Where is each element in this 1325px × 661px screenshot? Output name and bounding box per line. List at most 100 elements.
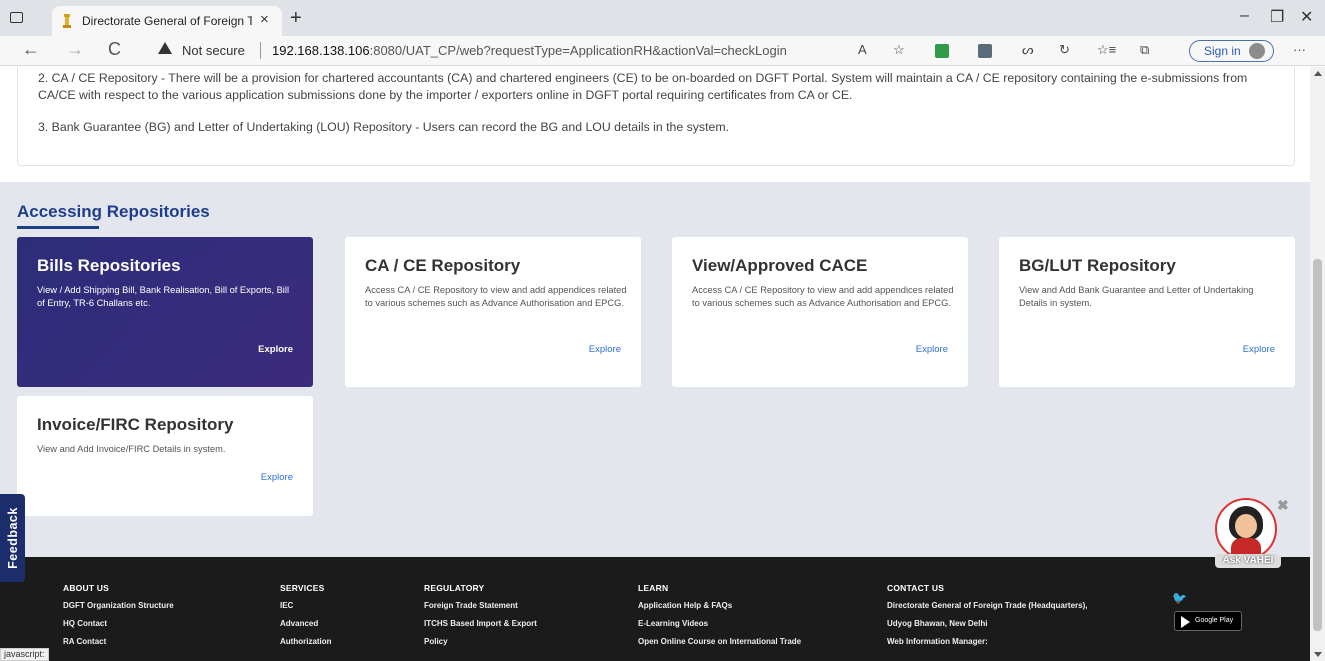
toolbar-icon[interactable]: ᔕ — [1022, 42, 1034, 58]
address-bar: ← → C Not secure 192.168.138.106:8080/UA… — [0, 36, 1325, 66]
footer-link[interactable]: Open Online Course on International Trad… — [638, 637, 801, 646]
footer-text: Directorate General of Foreign Trade (He… — [887, 601, 1088, 610]
scroll-thumb[interactable] — [1313, 259, 1322, 631]
chatbot-avatar-icon — [1215, 498, 1277, 560]
card-desc: View and Add Invoice/FIRC Details in sys… — [37, 444, 226, 454]
card-desc: Access CA / CE Repository to view and ad… — [365, 285, 627, 308]
favorite-icon[interactable]: ☆ — [893, 42, 905, 58]
card-desc: Access CA / CE Repository to view and ad… — [692, 285, 954, 308]
extension-icon[interactable] — [935, 44, 949, 58]
section-heading: Accessing Repositories — [17, 202, 210, 221]
footer: ABOUT US DGFT Organization Structure HQ … — [0, 557, 1310, 661]
explore-link[interactable]: Explore — [1243, 344, 1275, 355]
explore-link[interactable]: Explore — [916, 344, 948, 355]
footer-link[interactable]: Foreign Trade Statement — [424, 601, 537, 610]
footer-col-services: SERVICES IEC Advanced Authorization — [280, 583, 332, 655]
card-desc: View and Add Bank Guarantee and Letter o… — [1019, 285, 1254, 308]
footer-col-contact: CONTACT US Directorate General of Foreig… — [887, 583, 1088, 655]
footer-link[interactable]: HQ Contact — [63, 619, 174, 628]
footer-heading: CONTACT US — [887, 583, 945, 593]
collections-icon[interactable]: ⧉ — [1140, 42, 1149, 58]
view-approved-cace-card[interactable]: View/Approved CACE Access CA / CE Reposi… — [672, 237, 968, 387]
minimize-button[interactable]: – — [1240, 7, 1249, 25]
footer-text: Udyog Bhawan, New Delhi — [887, 619, 988, 628]
footer-link[interactable]: Authorization — [280, 637, 332, 646]
footer-col-regulatory: REGULATORY Foreign Trade Statement ITCHS… — [424, 583, 537, 655]
extension-icon[interactable] — [978, 44, 992, 58]
footer-link[interactable]: RA Contact — [63, 637, 174, 646]
card-title: Invoice/FIRC Repository — [37, 415, 234, 434]
footer-link[interactable]: Policy — [424, 637, 537, 646]
chatbot-close-icon[interactable]: ✖ — [1277, 497, 1289, 514]
invoice-firc-repository-card[interactable]: Invoice/FIRC Repository View and Add Inv… — [17, 396, 313, 516]
back-button[interactable]: ← — [22, 39, 40, 60]
not-secure-label[interactable]: Not secure — [182, 43, 245, 58]
footer-link[interactable]: Advanced — [280, 619, 332, 628]
card-title: CA / CE Repository — [365, 256, 521, 275]
page-content: 2. CA / CE Repository - There will be a … — [0, 67, 1310, 661]
url-path: :8080/UAT_CP/web?requestType=Application… — [369, 43, 787, 58]
tab-actions-icon[interactable] — [10, 12, 23, 23]
scroll-down-arrow-icon[interactable] — [1314, 652, 1322, 657]
chatbot-launcher[interactable]: Ask VAHEI — [1213, 498, 1281, 568]
chatbot-label: Ask VAHEI — [1215, 554, 1281, 568]
profile-avatar-icon — [1249, 43, 1265, 59]
read-aloud-icon[interactable]: A — [858, 42, 867, 57]
explore-link[interactable]: Explore — [258, 344, 293, 355]
info-item-bg-lou: 3. Bank Guarantee (BG) and Letter of Und… — [38, 120, 729, 134]
page-scrollbar[interactable] — [1310, 67, 1325, 661]
repositories-section: Accessing Repositories Bills Repositorie… — [0, 182, 1310, 557]
browser-tab[interactable]: Directorate General of Foreign Tr × — [52, 6, 282, 36]
google-play-label: Google Play — [1195, 617, 1234, 624]
avatar-face — [1235, 514, 1257, 538]
forward-button[interactable]: → — [66, 39, 84, 60]
footer-heading: SERVICES — [280, 583, 325, 593]
footer-link[interactable]: ITCHS Based Import & Export — [424, 619, 537, 628]
footer-heading: LEARN — [638, 583, 669, 593]
warning-icon[interactable] — [158, 42, 172, 54]
scroll-up-arrow-icon[interactable] — [1314, 71, 1322, 76]
sign-in-button[interactable]: Sign in — [1189, 40, 1274, 62]
footer-link[interactable]: DGFT Organization Structure — [63, 601, 174, 610]
new-tab-button[interactable]: + — [290, 7, 302, 30]
card-title: Bills Repositories — [37, 256, 181, 275]
footer-link[interactable]: E-Learning Videos — [638, 619, 801, 628]
reload-button[interactable]: C — [108, 39, 121, 60]
divider — [260, 42, 261, 59]
footer-link[interactable]: IEC — [280, 601, 332, 610]
card-title: View/Approved CACE — [692, 256, 868, 275]
url-host: 192.168.138.106 — [272, 43, 370, 58]
google-play-badge[interactable]: Google Play — [1174, 611, 1242, 631]
footer-col-learn: LEARN Application Help & FAQs E-Learning… — [638, 583, 801, 655]
feedback-tab[interactable]: Feedback — [0, 494, 25, 582]
card-title: BG/LUT Repository — [1019, 256, 1176, 275]
bills-repositories-card[interactable]: Bills Repositories View / Add Shipping B… — [17, 237, 313, 387]
emblem-icon — [63, 14, 71, 28]
refresh-icon[interactable]: ↻ — [1059, 42, 1070, 58]
feedback-label: Feedback — [6, 507, 20, 569]
browser-window: Directorate General of Foreign Tr × + – … — [0, 0, 1325, 661]
sign-in-label: Sign in — [1204, 44, 1241, 58]
footer-text: Web Information Manager: — [887, 637, 988, 646]
card-desc: View / Add Shipping Bill, Bank Realisati… — [37, 285, 290, 308]
tab-title: Directorate General of Foreign Tr — [82, 14, 252, 28]
heading-underline — [17, 226, 99, 229]
footer-link[interactable]: Application Help & FAQs — [638, 601, 801, 610]
footer-heading: ABOUT US — [63, 583, 109, 593]
close-window-button[interactable]: ✕ — [1300, 7, 1313, 27]
play-store-icon — [1181, 616, 1190, 628]
tab-bar: Directorate General of Foreign Tr × + – … — [0, 0, 1325, 36]
twitter-icon[interactable]: 🐦 — [1172, 591, 1187, 605]
explore-link[interactable]: Explore — [589, 344, 621, 355]
restore-button[interactable]: ❐ — [1270, 7, 1284, 27]
more-menu-icon[interactable]: ··· — [1293, 42, 1306, 57]
url-input[interactable]: 192.168.138.106:8080/UAT_CP/web?requestT… — [272, 43, 787, 58]
footer-heading: REGULATORY — [424, 583, 485, 593]
tab-close-icon[interactable]: × — [260, 11, 269, 28]
explore-link[interactable]: Explore — [261, 472, 293, 483]
info-item-ca-ce: 2. CA / CE Repository - There will be a … — [38, 71, 1248, 102]
ca-ce-repository-card[interactable]: CA / CE Repository Access CA / CE Reposi… — [345, 237, 641, 387]
status-bar-url: javascript: — [0, 648, 49, 661]
bg-lut-repository-card[interactable]: BG/LUT Repository View and Add Bank Guar… — [999, 237, 1295, 387]
favorites-list-icon[interactable]: ☆≡ — [1097, 42, 1116, 58]
